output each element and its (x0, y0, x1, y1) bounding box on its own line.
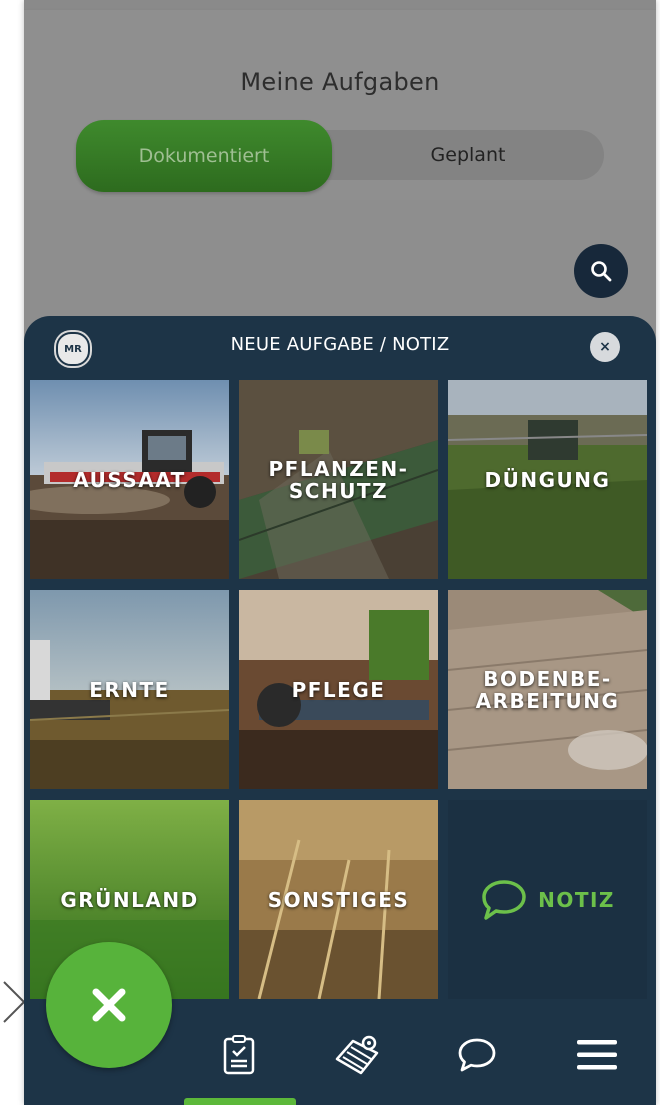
tile-pflanzenschutz[interactable]: PFLANZEN- SCHUTZ (239, 380, 438, 579)
list-area (24, 200, 656, 320)
tab-geplant[interactable]: Geplant (332, 130, 604, 180)
page-title: Meine Aufgaben (240, 68, 440, 96)
tile-duengung[interactable]: DÜNGUNG (448, 380, 647, 579)
speech-bubble-icon (482, 879, 526, 920)
tile-label-pflanzenschutz: PFLANZEN- SCHUTZ (269, 458, 409, 502)
notiz-content: NOTIZ (480, 878, 615, 922)
tile-label: ERNTE (89, 677, 170, 702)
clipboard-checklist-icon (223, 1035, 255, 1075)
nav-messages[interactable] (452, 1030, 502, 1080)
chat-bubble-icon (458, 1038, 496, 1072)
sheet-title: NEUE AUFGABE / NOTIZ (230, 334, 450, 355)
search-icon (591, 261, 612, 282)
nav-menu[interactable] (572, 1030, 622, 1080)
nav-fields[interactable] (332, 1030, 382, 1080)
nav-tasks[interactable] (214, 1030, 264, 1080)
tile-label-line-1: PFLANZEN- (268, 456, 409, 481)
tile-ernte[interactable]: ERNTE (30, 590, 229, 789)
tile-label-line-2: SCHUTZ (288, 478, 389, 503)
tile-label: AUSSAAT (73, 467, 186, 492)
tile-label-line-1: BODENBE- (483, 666, 612, 691)
app-screen: Meine Aufgaben Dokumentiert Geplant MR N… (24, 0, 656, 1105)
close-fab-button[interactable] (46, 942, 172, 1068)
tile-pflege[interactable]: PFLEGE (239, 590, 438, 789)
tile-sonstiges[interactable]: SONSTIGES (239, 800, 438, 999)
hamburger-menu-icon (577, 1040, 617, 1070)
tile-label: DÜNGUNG (484, 467, 611, 492)
field-map-icon (335, 1035, 379, 1075)
tile-bodenbearbeitung[interactable]: BODENBE- ARBEITUNG (448, 590, 647, 789)
sheet-close-button[interactable]: × (590, 332, 620, 362)
tile-aussaat[interactable]: AUSSAAT (30, 380, 229, 579)
app-header: Meine Aufgaben Dokumentiert Geplant (24, 10, 656, 200)
segmented-control: Dokumentiert Geplant (76, 120, 604, 192)
tile-label: GRÜNLAND (60, 887, 199, 912)
tile-label-line-2: ARBEITUNG (475, 688, 620, 713)
active-tab-indicator (184, 1098, 296, 1105)
tile-label: PFLEGE (291, 677, 386, 702)
tile-label: SONSTIGES (267, 887, 410, 912)
tile-label-bodenbearbeitung: BODENBE- ARBEITUNG (476, 668, 620, 712)
status-bar (24, 0, 656, 10)
close-x-icon (92, 988, 126, 1022)
tile-notiz[interactable]: NOTIZ (448, 800, 647, 999)
tab-dokumentiert[interactable]: Dokumentiert (76, 120, 332, 192)
tile-label: NOTIZ (538, 887, 615, 912)
search-button[interactable] (574, 244, 628, 298)
